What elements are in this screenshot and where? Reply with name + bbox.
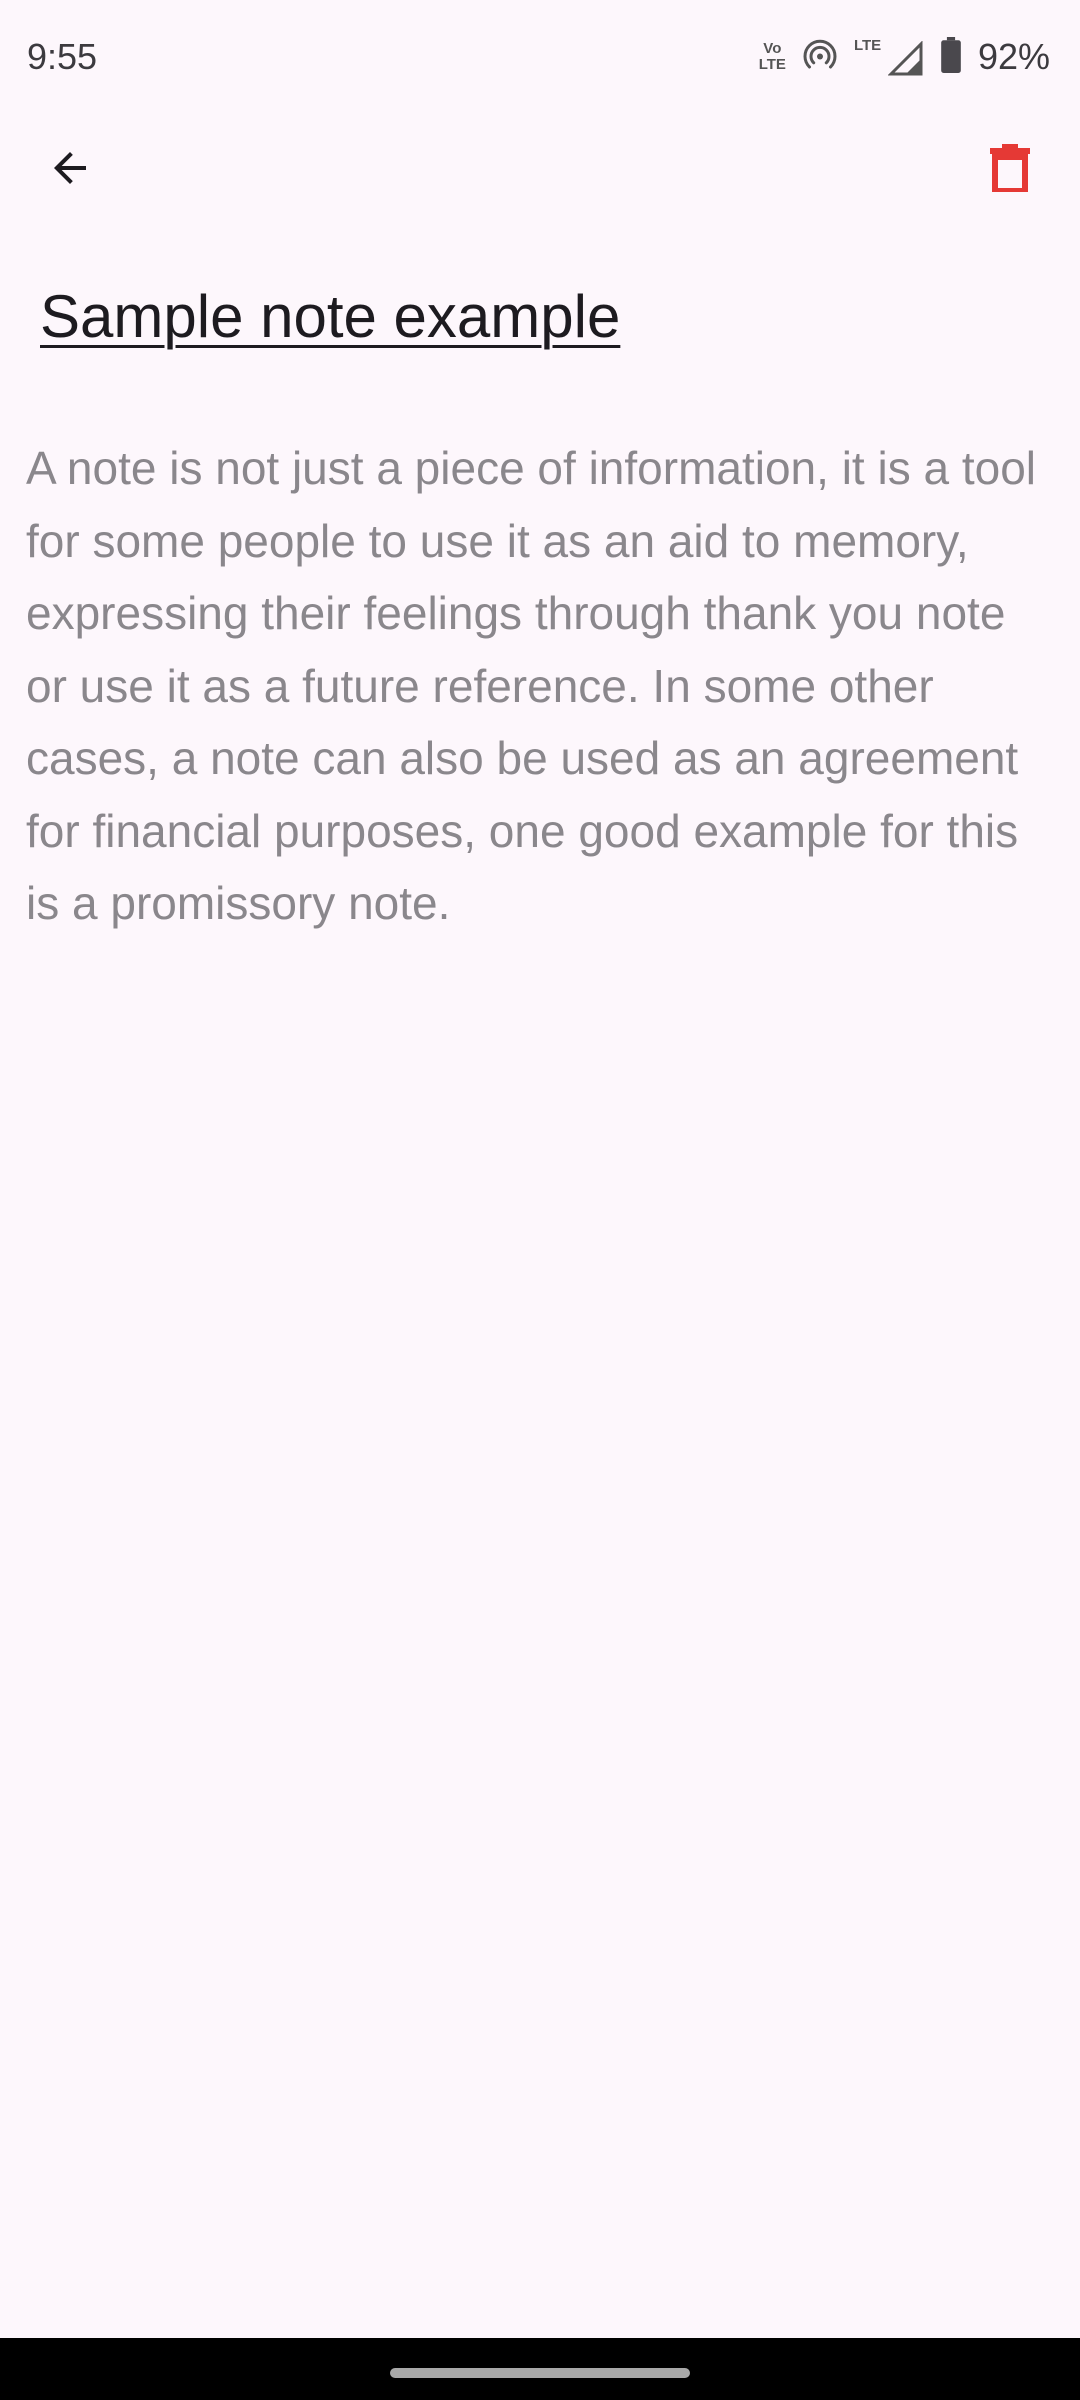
lte-label: LTE — [853, 37, 882, 54]
status-time: 9:55 — [27, 36, 98, 77]
home-gesture-handle[interactable] — [390, 2368, 690, 2378]
volte-bottom-label: LTE — [758, 56, 786, 73]
volte-top-label: Vo — [763, 40, 782, 57]
battery-icon — [940, 36, 962, 78]
status-bar: 9:55 Vo LTE LTE 92% — [0, 0, 1080, 110]
battery-percent: 92% — [977, 36, 1050, 77]
back-button[interactable] — [30, 130, 110, 210]
arrow-back-icon — [46, 144, 94, 197]
note-title[interactable]: Sample note example — [40, 282, 620, 351]
status-icons: Vo LTE LTE 92% — [759, 32, 1050, 82]
lte-signal-icon: LTE — [854, 37, 924, 77]
delete-button[interactable] — [970, 130, 1050, 210]
app-bar — [0, 120, 1080, 220]
hotspot-icon — [802, 37, 838, 78]
note-body[interactable]: A note is not just a piece of informatio… — [26, 432, 1056, 940]
trash-icon — [990, 143, 1030, 197]
navigation-bar — [0, 2338, 1080, 2400]
volte-icon: Vo LTE — [759, 41, 786, 73]
